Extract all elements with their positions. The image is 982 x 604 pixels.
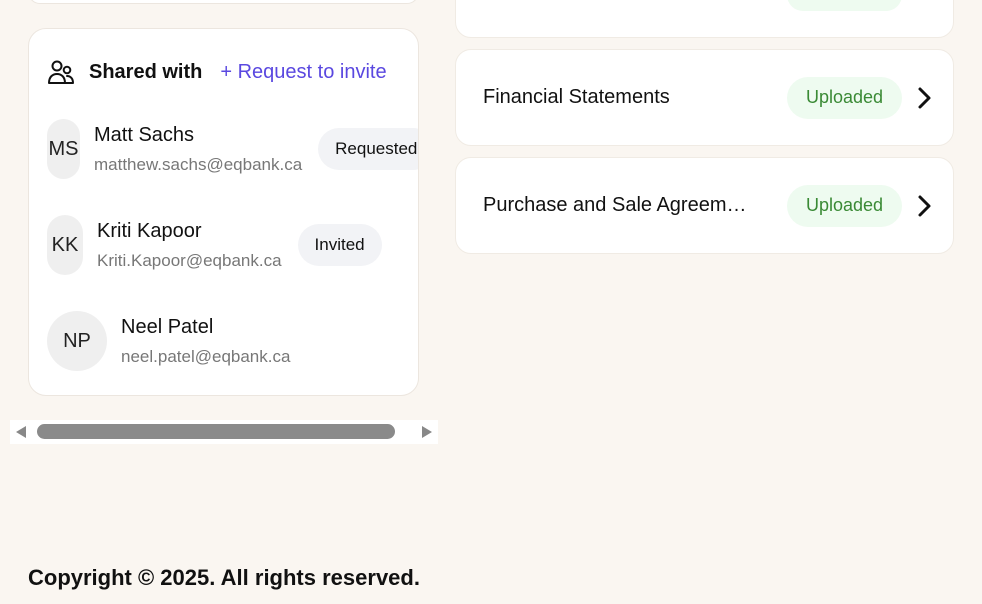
person-name: Matt Sachs (94, 124, 195, 146)
horizontal-scrollbar[interactable] (10, 420, 438, 444)
uploaded-badge: Uploaded (787, 76, 902, 119)
shared-with-card: Shared with + Request to invite MS Matt … (28, 28, 419, 396)
uploaded-badge-partial (787, 0, 902, 11)
copyright-text: Copyright © 2025. All rights reserved. (28, 565, 420, 590)
previous-card (28, 0, 419, 4)
scroll-left-arrow-icon[interactable] (16, 426, 26, 438)
uploaded-badge: Uploaded (787, 184, 902, 227)
status-badge: Requested (318, 128, 418, 170)
document-card[interactable]: Purchase and Sale Agreem… Uploaded (455, 157, 954, 254)
person-name: Neel Patel (121, 316, 214, 338)
chevron-right-icon[interactable] (916, 86, 934, 110)
person-info: Matt Sachs matthew.sachs@eqbank.ca (94, 123, 302, 175)
chevron-right-icon[interactable] (916, 194, 934, 218)
request-invite-link[interactable]: + Request to invite (220, 61, 386, 84)
person-row: NP Neel Patel neel.patel@eqbank.ca (47, 311, 290, 371)
status-badge: Invited (297, 224, 382, 266)
person-info: Kriti Kapoor Kriti.Kapoor@eqbank.ca (97, 219, 282, 271)
page: Shared with + Request to invite MS Matt … (0, 0, 982, 604)
avatar: MS (47, 119, 80, 179)
people-icon (47, 58, 75, 86)
document-title: Financial Statements (483, 86, 670, 108)
person-email: Kriti.Kapoor@eqbank.ca (97, 251, 282, 270)
person-row: KK Kriti Kapoor Kriti.Kapoor@eqbank.ca I… (47, 215, 382, 275)
shared-with-header: Shared with + Request to invite (47, 57, 387, 87)
document-card-partial[interactable] (455, 0, 954, 38)
person-email: neel.patel@eqbank.ca (121, 347, 291, 366)
person-name: Kriti Kapoor (97, 220, 202, 242)
scrollbar-thumb[interactable] (37, 424, 395, 439)
scroll-right-arrow-icon[interactable] (422, 426, 432, 438)
document-card[interactable]: Financial Statements Uploaded (455, 49, 954, 146)
shared-with-title: Shared with (89, 60, 203, 83)
document-title: Purchase and Sale Agreem… (483, 194, 747, 216)
person-info: Neel Patel neel.patel@eqbank.ca (121, 315, 290, 367)
avatar: KK (47, 215, 83, 275)
person-email: matthew.sachs@eqbank.ca (94, 155, 303, 174)
avatar: NP (47, 311, 107, 371)
person-row: MS Matt Sachs matthew.sachs@eqbank.ca Re… (47, 119, 418, 179)
